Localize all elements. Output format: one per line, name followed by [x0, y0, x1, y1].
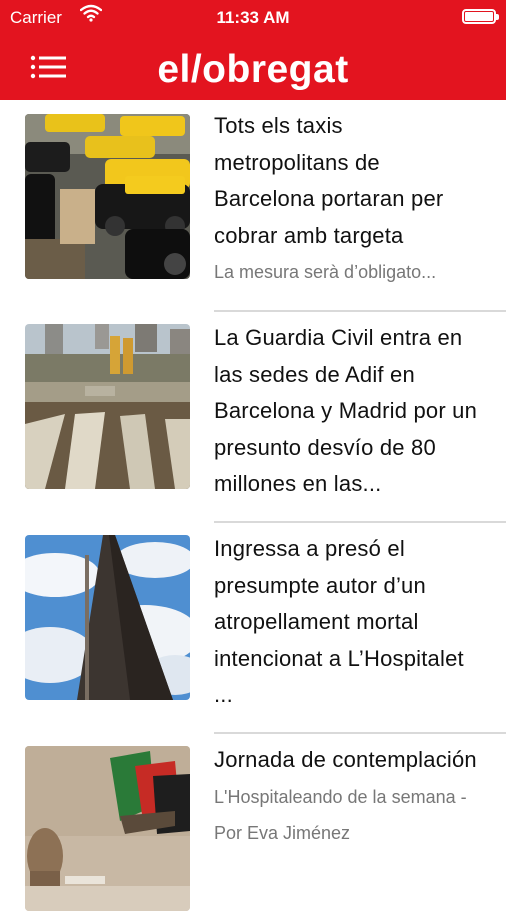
article-text: Jornada de contemplación L'Hospitaleando…: [214, 742, 480, 852]
status-bar: Carrier 11:33 AM: [0, 0, 506, 34]
article-card[interactable]: Ingressa a presó el presumpte autor d’un…: [0, 523, 506, 734]
article-text: La Guardia Civil entra en las sedes de A…: [214, 320, 480, 503]
article-thumbnail[interactable]: [25, 114, 190, 279]
article-title[interactable]: Tots els taxis metropolitans de Barcelon…: [214, 108, 480, 254]
article-summary: L'Hospitaleando de la semana - Por Eva J…: [214, 786, 467, 844]
app-header: Carrier 11:33 AM el/obregat: [0, 0, 506, 100]
article-card[interactable]: Jornada de contemplación L'Hospitaleando…: [0, 734, 506, 911]
article-title[interactable]: La Guardia Civil entra en las sedes de A…: [214, 320, 480, 503]
clock: 11:33 AM: [216, 8, 290, 27]
battery-icon: [462, 9, 499, 24]
article-thumbnail[interactable]: [25, 746, 190, 911]
article-text: Ingressa a presó el presumpte autor d’un…: [214, 531, 480, 714]
article-card[interactable]: La Guardia Civil entra en las sedes de A…: [0, 312, 506, 523]
article-summary: La mesura serà d’obligato...: [214, 262, 437, 282]
article-title[interactable]: Jornada de contemplación: [214, 742, 480, 779]
article-text: Tots els taxis metropolitans de Barcelon…: [214, 108, 480, 291]
article-thumbnail[interactable]: [25, 324, 190, 489]
app-logo: el/obregat: [157, 48, 349, 91]
article-feed: Tots els taxis metropolitans de Barcelon…: [0, 100, 506, 911]
article-title[interactable]: Ingressa a presó el presumpte autor d’un…: [214, 531, 480, 714]
battery-fill: [465, 12, 493, 21]
article-card[interactable]: Tots els taxis metropolitans de Barcelon…: [0, 100, 506, 312]
article-thumbnail[interactable]: [25, 535, 190, 700]
